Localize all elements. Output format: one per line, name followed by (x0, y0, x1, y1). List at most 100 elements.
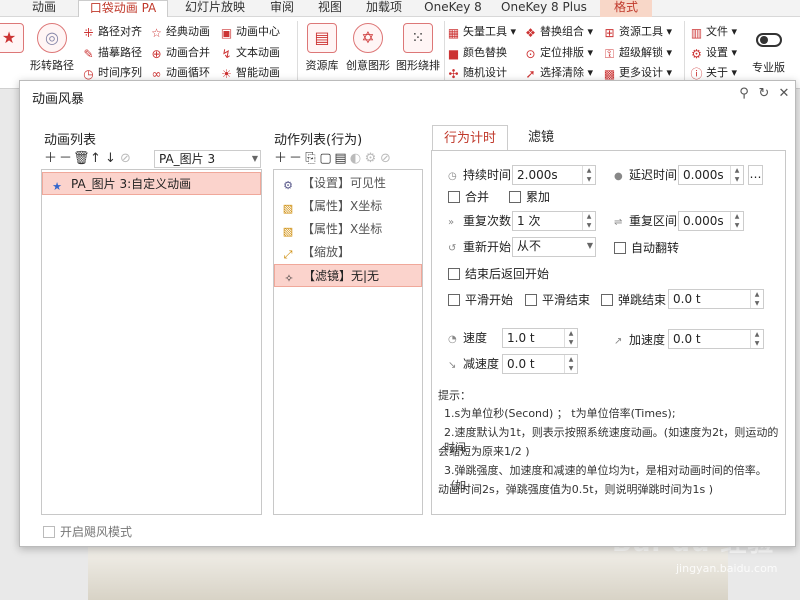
star-hexagon-icon: ✡ (353, 23, 383, 53)
restart-value: 从不 (517, 239, 542, 253)
spinner-arrows-icon[interactable]: ▲ ▼ (564, 329, 577, 347)
refresh-icon[interactable]: ↻ (757, 87, 771, 101)
replace-group-button[interactable]: ❖ 替换组合 ▾ (524, 23, 593, 41)
action-label: 【缩放】 (302, 245, 351, 259)
smooth-end-checkbox[interactable] (525, 294, 537, 306)
spinner-arrows-icon[interactable]: ▲ ▼ (730, 166, 743, 184)
restart-select[interactable]: 从不 ▼ (512, 237, 596, 257)
clipboard-icon[interactable]: ▤ (333, 150, 348, 168)
shape-to-path-button[interactable]: ◎ 形转路径 (26, 17, 78, 73)
repeat-interval-input[interactable]: 0.000s ▲ ▼ (678, 211, 744, 231)
add-icon[interactable]: ＋ (43, 150, 58, 168)
settings-button[interactable]: ⚙ 设置 ▾ (690, 44, 737, 62)
return-to-start-checkbox[interactable] (448, 268, 460, 280)
close-icon[interactable]: ✕ (777, 87, 791, 101)
bounce-end-input[interactable]: 0.0 t ▲ ▼ (668, 289, 764, 309)
magic-wand-icon: ✧ (284, 272, 294, 285)
tab-addins[interactable]: 加载项 (358, 0, 410, 17)
tab-format[interactable]: 格式 (600, 0, 652, 17)
tab-onekey8[interactable]: OneKey 8 (418, 0, 488, 17)
resource-library-button[interactable]: ▤ 资源库 (302, 17, 342, 73)
copy-icon[interactable]: ⎘ (303, 150, 318, 168)
classic-animation-button[interactable]: ☆ 经典动画 (150, 23, 210, 41)
repeat-count-value: 1 次 (517, 214, 541, 228)
deceleration-input[interactable]: 0.0 t ▲ ▼ (502, 354, 578, 374)
speed-input[interactable]: 1.0 t ▲ ▼ (502, 328, 578, 348)
super-unlock-button[interactable]: ⚿ 超级解锁 ▾ (603, 44, 672, 62)
anim-list-item[interactable]: ★ PA_图片 3:自定义动画 (42, 172, 261, 195)
duration-input[interactable]: 2.000s ▲ ▼ (512, 165, 596, 185)
trace-icon: ✎ (83, 47, 94, 61)
scale-icon: ⤢ (283, 248, 293, 261)
trash-icon[interactable]: 🗑 (73, 150, 90, 168)
shape-selector[interactable]: PA_图片 3 ▼ (154, 150, 261, 168)
text-anim-icon: ↯ (221, 47, 232, 61)
pin-icon[interactable]: ⚲ (737, 87, 751, 101)
position-layout-button[interactable]: ⊙ 定位排版 ▾ (524, 44, 593, 62)
anim-list-header: 动画列表 (44, 133, 97, 148)
action-label: 【设置】可见性 (302, 176, 387, 190)
spinner-arrows-icon[interactable]: ▲ ▼ (582, 166, 595, 184)
chevron-down-icon: ▼ (586, 241, 593, 250)
spinner-arrows-icon[interactable]: ▲ ▼ (750, 290, 763, 308)
tab-behavior-timing[interactable]: 行为计时 (432, 125, 508, 151)
file-menu-button[interactable]: ▥ 文件 ▾ (690, 23, 737, 41)
tab-pocket-animation[interactable]: 口袋动画 PA (78, 0, 168, 17)
shape-wrap-button[interactable]: ⁙ 图形绕排 (394, 17, 442, 73)
action-list-item[interactable]: ▧ 【属性】X坐标 (274, 218, 422, 241)
delay-label: ● 延迟时间 (614, 166, 677, 186)
action-list-item[interactable]: ⚙ 【设置】可见性 (274, 172, 422, 195)
text-animation-button[interactable]: ↯ 文本动画 (220, 44, 280, 62)
swap-icon: ⇌ (614, 217, 623, 228)
clock-filled-icon: ● (614, 171, 623, 182)
action-list-item[interactable]: ✧ 【滤镜】无|无 (274, 264, 422, 287)
spinner-arrows-icon[interactable]: ▲ ▼ (750, 330, 763, 348)
tab-animation[interactable]: 动画 (22, 0, 66, 17)
action-list-item[interactable]: ⤢ 【缩放】 (274, 241, 422, 264)
tab-slideshow[interactable]: 幻灯片放映 (176, 0, 254, 17)
action-list-item[interactable]: ▧ 【属性】X坐标 (274, 195, 422, 218)
repeat-count-input[interactable]: 1 次 ▲ ▼ (512, 211, 596, 231)
storm-mode-checkbox[interactable] (43, 526, 55, 538)
tab-onekey8-plus[interactable]: OneKey 8 Plus (496, 0, 592, 17)
spinner-arrows-icon[interactable]: ▲ ▼ (730, 212, 743, 230)
return-to-start-label: 结束后返回开始 (465, 267, 550, 281)
add-icon[interactable]: ＋ (273, 150, 288, 168)
remove-icon[interactable]: － (58, 150, 73, 168)
move-down-icon[interactable]: ↓ (103, 150, 118, 168)
property-icon: ▧ (282, 202, 294, 215)
move-up-icon[interactable]: ↑ (88, 150, 103, 168)
resource-tool-button[interactable]: ⊞ 资源工具 ▾ (603, 23, 672, 41)
remove-icon[interactable]: － (288, 150, 303, 168)
spinner-arrows-icon[interactable]: ▲ ▼ (564, 355, 577, 373)
more-options-button[interactable]: … (748, 165, 763, 185)
paste-icon[interactable]: ▢ (318, 150, 333, 168)
anim-list-panel: ★ PA_图片 3:自定义动画 (41, 169, 262, 515)
merge-animation-button[interactable]: ⊕ 动画合并 (150, 44, 210, 62)
color-replace-button[interactable]: ■ 颜色替换 (447, 44, 507, 62)
super-unlock-label: 超级解锁 (619, 46, 663, 59)
animation-center-button[interactable]: ▣ 动画中心 (220, 23, 280, 41)
delay-input[interactable]: 0.000s ▲ ▼ (678, 165, 744, 185)
animation-storm-button[interactable]: ★ (0, 17, 24, 57)
bounce-end-checkbox[interactable] (601, 294, 613, 306)
storm-mode-label: 开启飓风模式 (60, 525, 133, 539)
merge-checkbox[interactable] (448, 191, 460, 203)
auto-reverse-checkbox[interactable] (614, 242, 626, 254)
trace-path-button[interactable]: ✎ 描摹路径 (82, 44, 142, 62)
tab-view[interactable]: 视图 (310, 0, 350, 17)
pro-toggle[interactable] (756, 33, 782, 47)
grid-icon: ⁙ (403, 23, 433, 53)
smooth-start-checkbox[interactable] (448, 294, 460, 306)
accumulate-checkbox[interactable] (509, 191, 521, 203)
speed-icon: ◔ (448, 334, 457, 345)
acceleration-input[interactable]: 0.0 t ▲ ▼ (668, 329, 764, 349)
spinner-arrows-icon[interactable]: ▲ ▼ (582, 212, 595, 230)
tab-review[interactable]: 审阅 (262, 0, 302, 17)
path-align-button[interactable]: ⁜ 路径对齐 (82, 23, 142, 41)
tab-filter[interactable]: 滤镜 (516, 125, 566, 151)
replace-icon: ❖ (525, 26, 536, 40)
hint-line: 会缩短为原来1/2 ) (438, 445, 530, 458)
vector-tool-button[interactable]: ▦ 矢量工具 ▾ (447, 23, 516, 41)
creative-shape-button[interactable]: ✡ 创意图形 (344, 17, 392, 73)
